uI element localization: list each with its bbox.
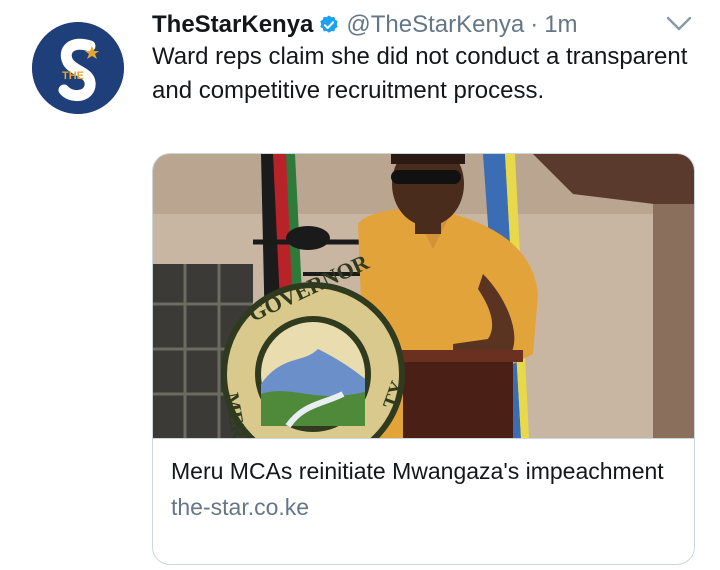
- verified-badge-icon: [318, 14, 340, 36]
- thestar-logo-icon: THE: [32, 22, 124, 114]
- tweet-timestamp[interactable]: 1m: [544, 11, 577, 39]
- tweet-text: Ward reps claim she did not conduct a tr…: [152, 43, 688, 104]
- card-body[interactable]: Meru MCAs reinitiate Mwangaza's impeachm…: [153, 438, 694, 564]
- card-domain[interactable]: the-star.co.ke: [171, 490, 676, 524]
- user-handle[interactable]: @TheStarKenya: [346, 11, 524, 39]
- chevron-down-icon[interactable]: [664, 12, 694, 36]
- link-preview-card[interactable]: GOVERNOR MER TY Meru MCAs reinitiate Mwa…: [152, 153, 695, 565]
- tweet-header: TheStarKenya @TheStarKenya · 1m: [152, 8, 578, 42]
- avatar-word: THE: [62, 70, 84, 82]
- card-image[interactable]: GOVERNOR MER TY: [153, 154, 694, 438]
- account-avatar[interactable]: THE: [32, 22, 124, 114]
- separator-dot: ·: [530, 11, 539, 38]
- display-name[interactable]: TheStarKenya: [152, 11, 313, 39]
- card-title[interactable]: Meru MCAs reinitiate Mwangaza's impeachm…: [171, 455, 676, 488]
